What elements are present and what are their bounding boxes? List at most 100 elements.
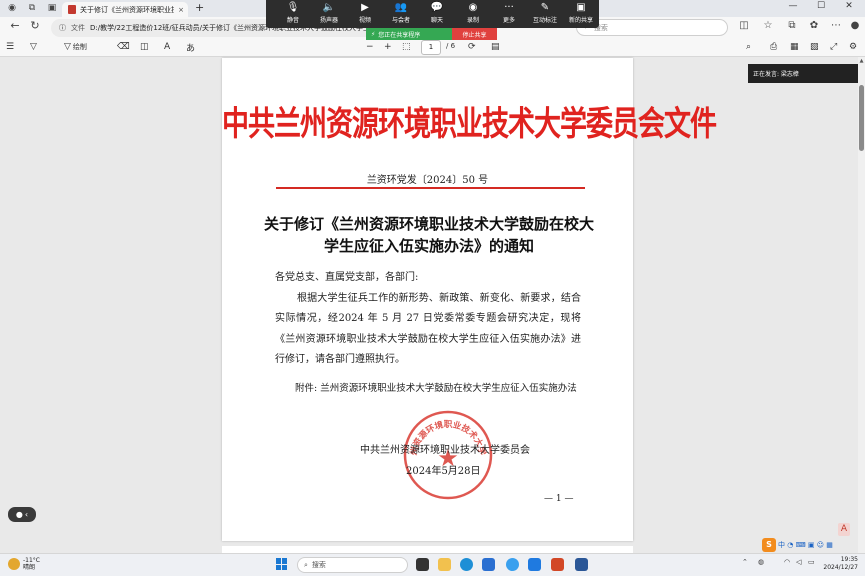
share-status-label: 您正在共享程序: [378, 31, 421, 39]
minimize-icon[interactable]: —: [782, 1, 804, 11]
battery-icon[interactable]: ▭: [808, 558, 815, 566]
tab-active[interactable]: 关于修订《兰州资源环境职业技术 ×: [62, 2, 188, 17]
meeting-camera-button[interactable]: ▶ 视频: [348, 2, 382, 24]
meeting-more-button[interactable]: ··· 更多: [492, 2, 526, 24]
favorites-icon[interactable]: ☆: [761, 20, 775, 31]
page-number: — 1 —: [544, 494, 574, 504]
share-icon: ⚡: [371, 30, 376, 38]
chat-app-icon[interactable]: [528, 558, 541, 571]
tab-actions-icon[interactable]: ▣: [46, 2, 58, 14]
save-icon[interactable]: ▦: [790, 41, 799, 53]
tab-close-button[interactable]: ×: [178, 6, 188, 14]
zoom-out-button[interactable]: −: [366, 41, 374, 53]
page-total: / 6: [446, 42, 456, 50]
meeting-speaker-button[interactable]: 🔈 扬声器: [312, 2, 346, 24]
print-icon[interactable]: ⎙: [770, 41, 777, 53]
ime-mode: 中: [778, 541, 785, 549]
wifi-icon[interactable]: ◠: [784, 558, 790, 566]
draw-button[interactable]: ▽ 绘制: [64, 41, 87, 53]
camera-icon: ▶: [361, 2, 369, 13]
weather-temp: -11°C: [23, 557, 40, 564]
tray-overflow-icon[interactable]: ⌃: [742, 558, 748, 566]
clock-date: 2024/12/27: [823, 564, 858, 571]
eraser-icon[interactable]: ⌫: [117, 41, 130, 53]
meeting-mic-button[interactable]: 🎙 静音: [276, 2, 310, 24]
workspaces-icon[interactable]: ⧉: [26, 2, 38, 14]
maximize-icon[interactable]: ☐: [810, 1, 832, 11]
word-icon[interactable]: [575, 558, 588, 571]
weather-icon: [8, 558, 20, 570]
weather-desc: 晴朗: [23, 564, 36, 571]
share-status: ⚡ 您正在共享程序: [366, 28, 452, 40]
system-clock[interactable]: 19:35 2024/12/27: [822, 556, 858, 572]
task-view-icon[interactable]: [416, 558, 429, 571]
meeting-record-button[interactable]: ◉ 录制: [456, 2, 490, 24]
find-icon[interactable]: ⌕: [746, 41, 751, 53]
read-aloud-icon[interactable]: A: [164, 41, 170, 53]
pdf-settings-icon[interactable]: ⚙: [849, 41, 857, 53]
taskbar-search[interactable]: ⌕ 搜索: [297, 557, 408, 573]
address-scheme-label: 文件: [71, 24, 85, 32]
fit-page-icon[interactable]: ⬚: [402, 41, 411, 53]
chat-bubble-icon: ●: [15, 510, 23, 519]
contents-icon[interactable]: ☰: [6, 41, 14, 53]
chat-icon: 💬: [430, 2, 444, 13]
meeting-item-label: 录制: [466, 17, 479, 24]
document-body: 各党总支、直属党支部，各部门: 根据大学生征兵工作的新形势、新政策、新变化、新要…: [275, 268, 581, 371]
rotate-icon[interactable]: ⟳: [468, 41, 476, 53]
weather-widget[interactable]: -11°C 晴朗: [8, 557, 40, 571]
taskbar-search-placeholder: 搜索: [311, 561, 326, 569]
meeting-chat-button[interactable]: 💬 聊天: [420, 2, 454, 24]
stop-share-button[interactable]: 停止共享: [452, 28, 497, 40]
split-screen-icon[interactable]: ◫: [737, 20, 751, 31]
volume-icon[interactable]: ◁: [796, 558, 801, 566]
edge-icon[interactable]: [460, 558, 473, 571]
profile-icon[interactable]: ◉: [6, 2, 18, 14]
translate-icon[interactable]: あ: [186, 41, 195, 54]
meeting-item-label: 静音: [286, 17, 299, 24]
meeting-app-icon[interactable]: [506, 558, 519, 571]
scroll-up-icon[interactable]: ▲: [858, 58, 865, 64]
ime-logo-icon[interactable]: S: [762, 538, 776, 552]
taskbar: [0, 553, 865, 576]
meeting-participants-button[interactable]: 👥 与会者: [384, 2, 418, 24]
page-layout-icon[interactable]: ▤: [491, 41, 500, 53]
page-number-input[interactable]: 1: [421, 40, 441, 55]
menu-icon[interactable]: ⋯: [829, 20, 843, 31]
meeting-item-label: 更多: [502, 17, 515, 24]
ime-toolbar[interactable]: 中 ◔ ⌨ ▣ ☺ ▦: [778, 540, 833, 550]
draw-label: 绘制: [72, 43, 87, 51]
meeting-item-label: 扬声器: [319, 17, 338, 24]
meeting-annotate-button[interactable]: ✎ 互动标注: [528, 2, 562, 24]
highlight-icon[interactable]: ▽: [30, 41, 37, 53]
start-icon[interactable]: [276, 558, 288, 570]
back-icon[interactable]: ←: [8, 19, 22, 32]
file-explorer-icon[interactable]: [438, 558, 451, 571]
new-tab-button[interactable]: +: [195, 1, 204, 14]
share-status-bar: ⚡ 您正在共享程序 停止共享: [366, 28, 497, 40]
chat-float-button[interactable]: ● ‹: [8, 507, 36, 522]
attachment-line: 附件: 兰州资源环境职业技术大学鼓励在校大学生应征入伍实施办法: [295, 383, 577, 394]
collapse-icon: ‹: [24, 510, 29, 519]
collections-icon[interactable]: ⧉: [785, 20, 799, 31]
issue-date: 2024年5月28日: [406, 466, 481, 477]
meeting-new-share-button[interactable]: ▣ 新的共享: [564, 2, 598, 24]
tray-app-icon[interactable]: ◍: [758, 558, 764, 566]
red-divider: [276, 187, 585, 189]
clock-time: 19:35: [840, 556, 858, 563]
expand-icon[interactable]: ⤢: [830, 41, 837, 53]
page-view-icon[interactable]: ◫: [140, 41, 149, 53]
powerpoint-icon[interactable]: [551, 558, 564, 571]
new-share-icon: ▣: [576, 2, 586, 13]
save-as-icon[interactable]: ▧: [810, 41, 819, 53]
scrollbar-thumb[interactable]: [859, 85, 864, 151]
speaker-icon: 🔈: [322, 2, 336, 13]
store-icon[interactable]: [482, 558, 495, 571]
copilot-icon[interactable]: ●: [848, 20, 862, 31]
signer: 中共兰州资源环境职业技术大学委员会: [360, 445, 530, 456]
close-window-icon[interactable]: ✕: [838, 1, 860, 11]
extensions-icon[interactable]: ✿: [807, 20, 821, 31]
zoom-in-button[interactable]: +: [384, 41, 392, 53]
acrobat-icon[interactable]: A: [838, 523, 850, 536]
refresh-icon[interactable]: ↻: [28, 19, 42, 32]
